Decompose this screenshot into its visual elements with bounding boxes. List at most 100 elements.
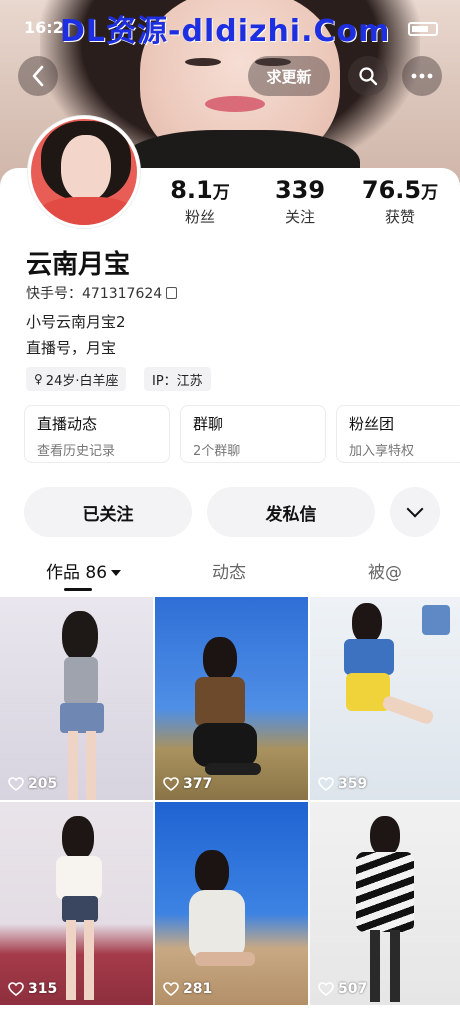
battery-icon [408, 22, 438, 36]
post-likes: 281 [163, 981, 212, 997]
stat-following-label: 关注 [284, 208, 315, 226]
feature-fanclub-title: 粉丝团 [349, 415, 395, 433]
post-thumbnail[interactable]: 359 [310, 597, 460, 800]
stat-likes-number: 76.5万 [361, 176, 439, 204]
stat-fans[interactable]: 8.1万 粉丝 [150, 176, 250, 227]
age-tag: ♀ 24岁·白羊座 [26, 367, 127, 391]
post-likes-count: 205 [28, 776, 58, 792]
heart-icon [163, 982, 179, 996]
post-figure-head [203, 637, 237, 681]
back-arrow-icon [32, 65, 44, 87]
post-figure-top [195, 677, 245, 727]
post-figure-top [56, 856, 102, 900]
post-figure-leg [66, 920, 76, 1000]
post-figure-leg [86, 731, 96, 800]
post-figure-leg [195, 952, 255, 966]
bio-line-1: 小号云南月宝2 [26, 313, 126, 331]
feature-live-history[interactable]: 直播动态 查看历史记录 [24, 405, 170, 463]
avatar-face [61, 135, 111, 201]
feature-fanclub-sub: 加入享特权 [349, 444, 415, 459]
gender-icon: ♀ [34, 372, 43, 386]
post-figure-head [195, 850, 229, 894]
tab-works[interactable]: 作品 86 [46, 558, 122, 583]
tab-dynamic[interactable]: 动态 [212, 558, 246, 583]
stat-likes[interactable]: 76.5万 获赞 [350, 176, 450, 227]
post-figure-top [344, 639, 394, 675]
post-figure-leg [390, 930, 400, 1002]
post-figure-sweater [356, 852, 414, 932]
feature-group-sub: 2个群聊 [193, 444, 241, 459]
post-likes: 377 [163, 776, 212, 792]
post-thumbnail[interactable]: 281 [155, 802, 308, 1005]
feature-live-title: 直播动态 [37, 415, 98, 433]
post-likes: 315 [8, 981, 57, 997]
heart-icon [318, 982, 334, 996]
followed-button[interactable]: 已关注 [24, 487, 192, 537]
request-update-button[interactable]: 求更新 [248, 56, 330, 96]
expand-button[interactable] [390, 487, 440, 537]
more-button[interactable] [402, 56, 442, 96]
search-button[interactable] [348, 56, 388, 96]
post-likes-count: 281 [183, 981, 213, 997]
cover-eye-left [185, 58, 221, 66]
post-wall-decal [422, 605, 450, 635]
stat-following[interactable]: 339 关注 [250, 176, 350, 227]
stat-fans-number: 8.1万 [170, 176, 230, 204]
post-figure-leg [84, 920, 94, 1000]
back-button[interactable] [18, 56, 58, 96]
feature-group-chat[interactable]: 群聊 2个群聊 [180, 405, 326, 463]
post-likes: 507 [318, 981, 367, 997]
post-figure-head [62, 611, 98, 661]
age-tag-text: 24岁·白羊座 [45, 373, 119, 389]
heart-icon [163, 777, 179, 791]
post-figure-head [352, 603, 382, 643]
post-likes-count: 507 [338, 981, 368, 997]
more-dots-icon [411, 73, 433, 79]
post-likes: 359 [318, 776, 367, 792]
heart-icon [8, 777, 24, 791]
search-icon [359, 67, 378, 86]
avatar-body [39, 197, 135, 225]
post-figure-leg [370, 930, 380, 1002]
cover-lips [205, 96, 265, 112]
copy-icon[interactable] [166, 287, 178, 299]
feature-group-title: 群聊 [193, 415, 224, 433]
post-likes-count: 315 [28, 981, 58, 997]
heart-icon [318, 777, 334, 791]
post-figure-leg [205, 763, 261, 775]
send-message-button[interactable]: 发私信 [207, 487, 375, 537]
ip-tag: IP：江苏 [144, 367, 211, 391]
post-figure-head [370, 816, 400, 856]
post-thumbnail[interactable]: 315 [0, 802, 153, 1005]
stat-fans-label: 粉丝 [184, 208, 215, 226]
tab-works-label: 作品 86 [46, 563, 108, 583]
post-figure-leg [68, 731, 78, 800]
kuaishou-id[interactable]: 快手号：471317624 [26, 283, 178, 303]
post-likes: 205 [8, 776, 57, 792]
post-likes-count: 377 [183, 776, 213, 792]
watermark-text: DL资源-dldizhi.Com [60, 14, 391, 49]
post-figure-shorts [60, 703, 104, 733]
post-thumbnail[interactable]: 205 [0, 597, 153, 800]
caret-down-icon [111, 570, 122, 576]
heart-icon [8, 982, 24, 996]
status-time: 16:2 [24, 18, 64, 37]
post-thumbnail[interactable]: 507 [310, 802, 460, 1005]
avatar[interactable] [28, 116, 140, 228]
bio-line-2: 直播号，月宝 [26, 339, 117, 357]
post-figure-head [62, 816, 94, 860]
post-figure-top [64, 657, 98, 705]
kuaishou-id-text: 快手号：471317624 [26, 286, 163, 302]
tab-active-indicator [64, 588, 92, 591]
profile-name: 云南月宝 [26, 250, 131, 280]
stat-likes-label: 获赞 [384, 208, 415, 226]
post-figure-dress [189, 890, 245, 960]
profile-stats: 8.1万 粉丝 339 关注 76.5万 获赞 [150, 176, 450, 227]
chevron-down-icon [406, 500, 424, 518]
feature-fan-club[interactable]: 粉丝团 加入享特权 [336, 405, 460, 463]
post-likes-count: 359 [338, 776, 368, 792]
feature-live-sub: 查看历史记录 [37, 444, 116, 459]
tab-mentioned[interactable]: 被@ [368, 558, 402, 583]
post-figure-skirt [193, 723, 257, 767]
post-thumbnail[interactable]: 377 [155, 597, 308, 800]
